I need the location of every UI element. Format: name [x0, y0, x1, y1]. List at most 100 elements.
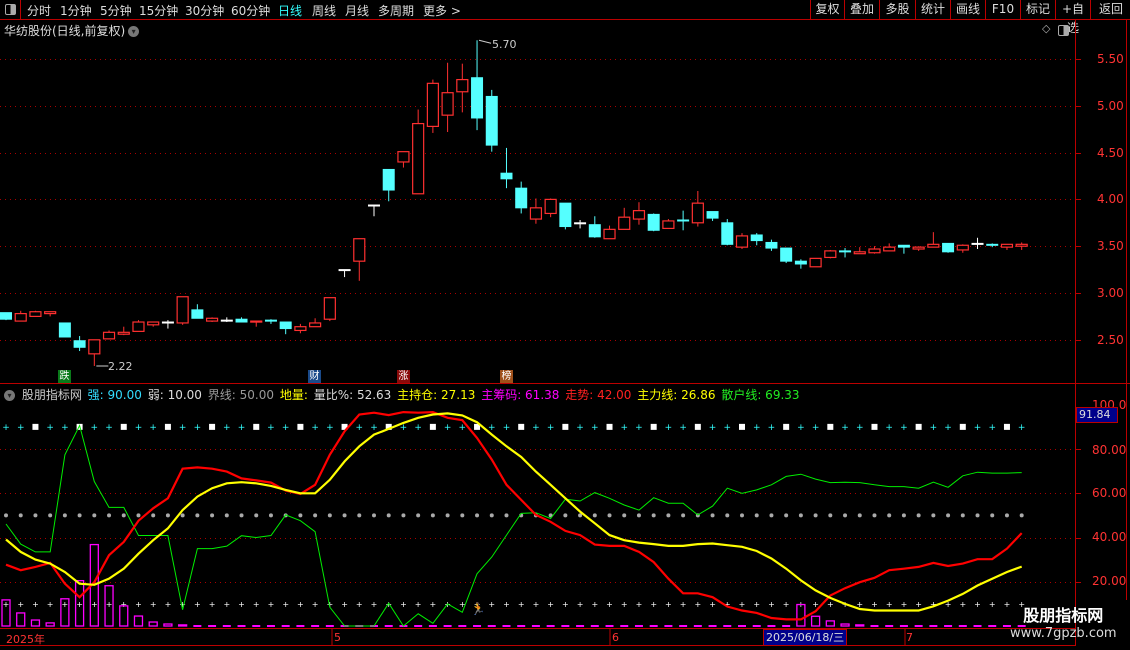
weak-line-dot: +	[194, 600, 201, 609]
candle-body-down	[839, 250, 852, 253]
candle-body-up	[544, 198, 557, 215]
boundary-line-dot	[92, 513, 97, 518]
boundary-line-dot	[210, 513, 215, 518]
weak-line-dot: +	[76, 600, 83, 609]
weak-line-dot: +	[680, 600, 687, 609]
boundary-line-dot	[121, 513, 126, 518]
indicator-tick: 40.00	[1092, 530, 1127, 544]
candle-body-down	[794, 260, 807, 265]
chip-bar	[163, 623, 173, 627]
weak-line-dot: +	[959, 600, 966, 609]
weak-line-dot: +	[768, 600, 775, 609]
chart-canvas[interactable]: + + + + + + + + + + + + + + + + + + + + + + + + + + + + + + + + + + + + + + + +…	[0, 0, 1130, 650]
boundary-line-dot	[828, 513, 833, 518]
strong-line-dot: +	[503, 423, 511, 433]
strong-line-dot: +	[179, 423, 187, 433]
param-retail-line: 散户线: 69.33	[721, 388, 800, 402]
weak-line-dot: +	[297, 600, 304, 609]
strong-line-dot: +	[812, 423, 820, 433]
boundary-line-dot	[813, 513, 818, 518]
chip-bar	[148, 621, 158, 627]
boundary-line-dot	[151, 513, 156, 518]
boundary-line-dot	[916, 513, 921, 518]
strong-line-dot	[518, 423, 525, 430]
boundary-line-dot	[165, 513, 170, 518]
weak-line-dot: +	[974, 600, 981, 609]
boundary-line-dot	[313, 513, 318, 518]
time-label-year: 2025年	[6, 633, 45, 646]
boundary-line-dot	[4, 513, 8, 518]
boundary-line-dot	[327, 513, 332, 518]
candle-body-down	[986, 243, 999, 246]
boundary-line-dot	[224, 513, 229, 518]
boundary-line-dot	[592, 513, 597, 518]
strong-line-dot	[164, 423, 171, 430]
candle-body-down	[220, 319, 233, 322]
strong-line-dot: +	[414, 423, 422, 433]
param-main-line: 主力线: 26.86	[637, 388, 716, 402]
candle-body-down	[382, 168, 395, 191]
strong-line-dot	[959, 423, 966, 430]
candle-body-up	[456, 78, 469, 93]
weak-line-dot: +	[577, 600, 584, 609]
strong-line-dot	[120, 423, 127, 430]
signal-marker-rise[interactable]: 涨	[397, 370, 410, 383]
boundary-line-dot	[239, 513, 244, 518]
candle-body-down	[559, 202, 572, 228]
price-tick: 3.50	[1097, 239, 1124, 253]
boundary-line-dot	[607, 513, 612, 518]
candle-body-down	[515, 187, 528, 209]
boundary-line-dot	[489, 513, 494, 518]
boundary-line-dot	[18, 513, 23, 518]
retail-line	[5, 424, 1022, 627]
candle-body-down	[706, 211, 719, 219]
high-price-annotation: 5.70	[492, 38, 517, 51]
candle-body-up	[294, 326, 307, 332]
signal-marker-list[interactable]: 榜	[500, 370, 513, 383]
weak-line-dot: +	[312, 600, 319, 609]
boundary-line-dot	[784, 513, 789, 518]
weak-line-dot: +	[547, 600, 554, 609]
weak-line-dot: +	[459, 600, 466, 609]
signal-marker-finance[interactable]: 财	[308, 370, 321, 383]
candle-body-down	[574, 222, 587, 225]
weak-line-dot: +	[3, 600, 10, 609]
strong-line-dot: +	[267, 423, 275, 433]
strong-line-dot	[562, 423, 569, 430]
chip-bar	[119, 605, 129, 627]
weak-line-dot: +	[533, 600, 540, 609]
weak-line-dot: +	[915, 600, 922, 609]
chevron-down-icon[interactable]: ▾	[4, 390, 15, 401]
boundary-line-dot	[754, 513, 759, 518]
weak-line-dot: +	[356, 600, 363, 609]
candle-body-up	[529, 207, 543, 220]
weak-line-dot: +	[591, 600, 598, 609]
strong-line-dot: +	[724, 423, 732, 433]
weak-line-dot: +	[415, 600, 422, 609]
boundary-line-dot	[1019, 513, 1024, 518]
weak-line-dot: +	[32, 600, 39, 609]
strong-line-dot	[253, 423, 260, 430]
weak-line-dot: +	[91, 600, 98, 609]
candle-body-down	[780, 247, 793, 262]
weak-line-dot: +	[562, 600, 569, 609]
trend-line	[5, 410, 1023, 621]
strong-line-dot: +	[679, 423, 687, 433]
indicator-tick: 80.00	[1092, 443, 1127, 457]
boundary-line-dot	[990, 513, 995, 518]
strong-line-dot: +	[797, 423, 805, 433]
candle-body-down	[750, 234, 763, 242]
boundary-line-dot	[62, 513, 67, 518]
indicator-name[interactable]: 股朋指标网	[22, 388, 82, 402]
boundary-line-dot	[460, 513, 465, 518]
indicator-tick: 20.00	[1092, 574, 1127, 588]
candle-body-up	[853, 251, 866, 255]
candle-body-down	[191, 309, 204, 319]
param-volume-ratio: 量比%: 52.63	[313, 388, 392, 402]
strong-line-dot: +	[753, 423, 761, 433]
boundary-line-dot	[254, 513, 259, 518]
strong-line-dot: +	[61, 423, 69, 433]
signal-marker-fall[interactable]: 跌	[58, 370, 71, 383]
boundary-line-dot	[416, 513, 421, 518]
strong-line-dot: +	[635, 423, 643, 433]
